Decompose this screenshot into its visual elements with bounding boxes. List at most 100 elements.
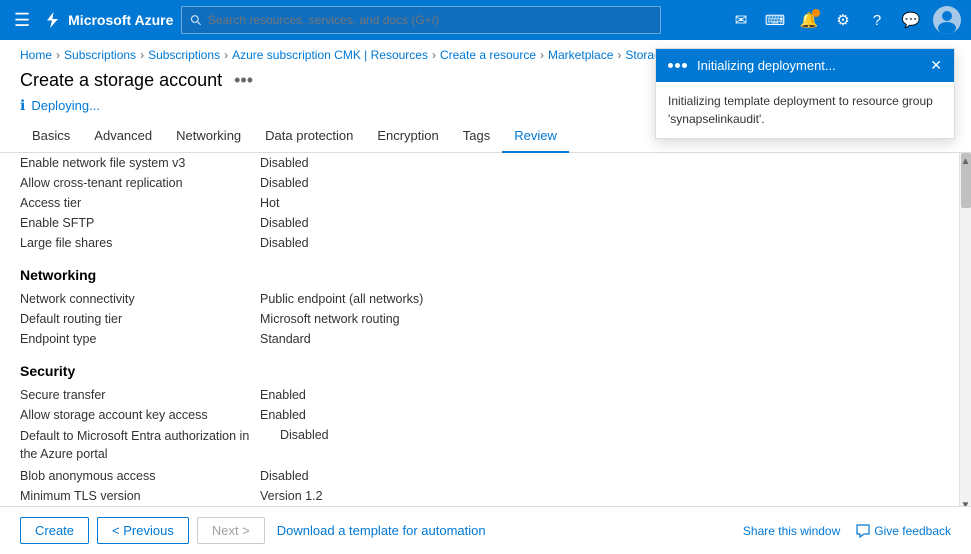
scrollbar-track[interactable]: ▲ ▼ xyxy=(959,153,971,513)
prop-label-nfsv3: Enable network file system v3 xyxy=(20,156,260,170)
notification-header: Initializing deployment... ✕ xyxy=(656,49,954,82)
cloud-shell-icon[interactable]: ⌨ xyxy=(759,4,791,36)
notifications-icon[interactable]: 🔔 xyxy=(793,4,825,36)
breadcrumb-sep-4: › xyxy=(540,48,544,62)
prop-row-entra-auth: Default to Microsoft Entra authorization… xyxy=(20,425,941,466)
prop-label-sftp: Enable SFTP xyxy=(20,216,260,230)
prop-value-sftp: Disabled xyxy=(260,216,309,230)
content-area: Enable network file system v3 Disabled A… xyxy=(0,153,971,513)
prop-value-routing-tier: Microsoft network routing xyxy=(260,312,400,326)
breadcrumb-sep-3: › xyxy=(432,48,436,62)
prop-label-key-access: Allow storage account key access xyxy=(20,408,260,422)
breadcrumb-sep-5: › xyxy=(617,48,621,62)
breadcrumb-marketplace[interactable]: Marketplace xyxy=(548,48,613,62)
notification-badge xyxy=(812,9,820,17)
more-options-icon[interactable]: ••• xyxy=(234,70,253,91)
give-feedback-button[interactable]: Give feedback xyxy=(856,524,951,538)
dot-2 xyxy=(675,63,680,68)
prop-row-sftp: Enable SFTP Disabled xyxy=(20,213,941,233)
help-icon[interactable]: ? xyxy=(861,4,893,36)
prop-row-large-shares: Large file shares Disabled xyxy=(20,233,941,253)
scroll-up-arrow[interactable]: ▲ xyxy=(960,153,971,169)
settings-icon[interactable]: ⚙ xyxy=(827,4,859,36)
prop-row-network-connectivity: Network connectivity Public endpoint (al… xyxy=(20,289,941,309)
next-button[interactable]: Next > xyxy=(197,517,265,544)
prop-value-network-conn: Public endpoint (all networks) xyxy=(260,292,423,306)
prop-row-blob-access: Blob anonymous access Disabled xyxy=(20,466,941,486)
section-advanced-props: Enable network file system v3 Disabled A… xyxy=(20,153,941,253)
tab-encryption[interactable]: Encryption xyxy=(365,120,450,153)
breadcrumb-cmk[interactable]: Azure subscription CMK | Resources xyxy=(232,48,428,62)
search-icon xyxy=(190,14,202,26)
prop-label-entra-auth: Default to Microsoft Entra authorization… xyxy=(20,428,260,463)
prop-value-large-shares: Disabled xyxy=(260,236,309,250)
dot-3 xyxy=(682,63,687,68)
tab-review[interactable]: Review xyxy=(502,120,569,153)
prop-row-endpoint-type: Endpoint type Standard xyxy=(20,329,941,349)
azure-logo: Microsoft Azure xyxy=(42,10,173,30)
hamburger-icon[interactable]: ☰ xyxy=(10,6,34,35)
notification-title: Initializing deployment... xyxy=(697,58,924,73)
info-circle-icon: ℹ xyxy=(20,97,25,114)
prop-label-endpoint-type: Endpoint type xyxy=(20,332,260,346)
create-button[interactable]: Create xyxy=(20,517,89,544)
search-box xyxy=(181,6,661,34)
email-icon[interactable]: ✉ xyxy=(725,4,757,36)
prop-value-tls-version: Version 1.2 xyxy=(260,489,323,503)
prop-value-endpoint-type: Standard xyxy=(260,332,311,346)
notification-popup: Initializing deployment... ✕ Initializin… xyxy=(655,48,955,139)
breadcrumb-subscriptions1[interactable]: Subscriptions xyxy=(64,48,136,62)
feedback-icon[interactable]: 💬 xyxy=(895,4,927,36)
section-networking: Networking Network connectivity Public e… xyxy=(20,267,941,349)
share-window-link[interactable]: Share this window xyxy=(743,524,840,538)
breadcrumb-sep-2: › xyxy=(224,48,228,62)
prop-row-tls-version: Minimum TLS version Version 1.2 xyxy=(20,486,941,506)
prop-label-secure-transfer: Secure transfer xyxy=(20,388,260,402)
tab-data-protection[interactable]: Data protection xyxy=(253,120,365,153)
section-header-security: Security xyxy=(20,363,941,379)
automation-template-link[interactable]: Download a template for automation xyxy=(277,523,486,538)
footer: Create < Previous Next > Download a temp… xyxy=(0,506,971,554)
tab-basics[interactable]: Basics xyxy=(20,120,82,153)
feedback-label: Give feedback xyxy=(874,524,951,538)
prop-row-nfsv3: Enable network file system v3 Disabled xyxy=(20,153,941,173)
previous-button[interactable]: < Previous xyxy=(97,517,189,544)
prop-row-access-tier: Access tier Hot xyxy=(20,193,941,213)
breadcrumb-sep-1: › xyxy=(140,48,144,62)
search-input[interactable] xyxy=(208,13,652,27)
prop-value-secure-transfer: Enabled xyxy=(260,388,306,402)
avatar[interactable] xyxy=(933,6,961,34)
prop-label-access-tier: Access tier xyxy=(20,196,260,210)
notification-close-icon[interactable]: ✕ xyxy=(930,57,942,74)
avatar-icon xyxy=(933,6,961,34)
breadcrumb-create-resource[interactable]: Create a resource xyxy=(440,48,536,62)
top-navigation: ☰ Microsoft Azure ✉ ⌨ 🔔 ⚙ ? 💬 xyxy=(0,0,971,40)
breadcrumb-home[interactable]: Home xyxy=(20,48,52,62)
breadcrumb-subscriptions2[interactable]: Subscriptions xyxy=(148,48,220,62)
breadcrumb-sep-0: › xyxy=(56,48,60,62)
section-security: Security Secure transfer Enabled Allow s… xyxy=(20,363,941,513)
prop-value-nfsv3: Disabled xyxy=(260,156,309,170)
prop-value-access-tier: Hot xyxy=(260,196,279,210)
prop-label-network-conn: Network connectivity xyxy=(20,292,260,306)
prop-label-blob-access: Blob anonymous access xyxy=(20,469,260,483)
nav-icons-group: ✉ ⌨ 🔔 ⚙ ? 💬 xyxy=(725,4,961,36)
azure-logo-text: Microsoft Azure xyxy=(68,12,173,28)
prop-row-key-access: Allow storage account key access Enabled xyxy=(20,405,941,425)
prop-label-tls-version: Minimum TLS version xyxy=(20,489,260,503)
notification-dots xyxy=(668,63,687,68)
tab-advanced[interactable]: Advanced xyxy=(82,120,164,153)
prop-value-entra-auth: Disabled xyxy=(260,428,329,442)
tab-tags[interactable]: Tags xyxy=(451,120,502,153)
share-window-label: Share this window xyxy=(743,524,840,538)
prop-row-routing-tier: Default routing tier Microsoft network r… xyxy=(20,309,941,329)
feedback-icon xyxy=(856,524,870,538)
deploying-status: Deploying... xyxy=(31,98,100,113)
notification-body: Initializing template deployment to reso… xyxy=(656,82,954,138)
prop-value-key-access: Enabled xyxy=(260,408,306,422)
dot-1 xyxy=(668,63,673,68)
tab-networking[interactable]: Networking xyxy=(164,120,253,153)
prop-label-large-shares: Large file shares xyxy=(20,236,260,250)
prop-value-cross-tenant: Disabled xyxy=(260,176,309,190)
prop-label-cross-tenant: Allow cross-tenant replication xyxy=(20,176,260,190)
